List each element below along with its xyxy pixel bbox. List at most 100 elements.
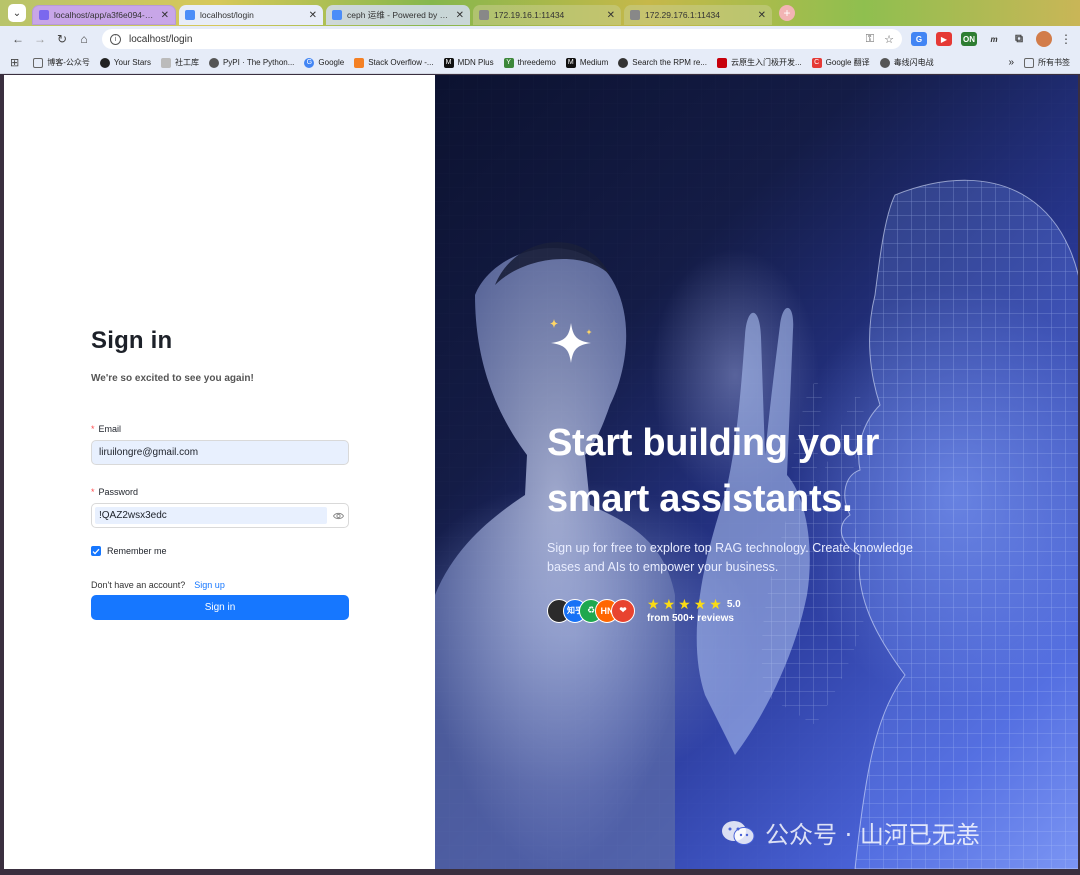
eye-icon[interactable]: [331, 512, 345, 520]
red-extension-icon[interactable]: ▶: [936, 32, 952, 46]
tab-search-icon[interactable]: ⌄: [8, 4, 26, 22]
reload-icon[interactable]: ↻: [52, 29, 72, 49]
bookmark-label: 博客-公众号: [47, 58, 90, 67]
tab-ceph[interactable]: ceph 运维 - Powered by Dify ✕: [326, 5, 470, 25]
wechat-icon: [722, 820, 755, 845]
site-icon: [879, 57, 890, 68]
weibo-avatar-icon: ❤: [611, 598, 635, 623]
bookmark-label: Stack Overflow -...: [368, 58, 434, 67]
bookmark-label: 所有书签: [1038, 58, 1070, 67]
bookmark-item[interactable]: 毒线闪电战: [879, 57, 934, 68]
home-icon[interactable]: ⌂: [74, 29, 94, 49]
dify-favicon-icon: [332, 10, 342, 20]
remember-me-label: Remember me: [107, 546, 167, 556]
bookmark-label: 社工库: [174, 58, 199, 67]
required-mark: *: [91, 487, 95, 497]
close-icon[interactable]: ✕: [758, 10, 766, 21]
all-bookmarks[interactable]: 所有书签: [1024, 57, 1070, 68]
tab-login[interactable]: localhost/login ✕: [179, 5, 323, 25]
ragflow-favicon-icon: [185, 10, 195, 20]
globe-icon: [208, 57, 219, 68]
bookmark-item[interactable]: Your Stars: [99, 57, 151, 68]
signup-link[interactable]: Sign up: [194, 580, 225, 590]
bookmark-label: MDN Plus: [457, 58, 494, 67]
bookmark-label: Search the RPM re...: [632, 58, 707, 67]
hero-description: Sign up for free to explore top RAG tech…: [547, 541, 913, 574]
back-icon[interactable]: ←: [8, 29, 28, 49]
bookmark-star-icon[interactable]: ☆: [884, 33, 894, 46]
more-bookmarks-icon[interactable]: »: [1008, 57, 1014, 68]
page-favicon-icon: [479, 10, 489, 20]
password-label: * Password: [91, 487, 349, 497]
page-title: Sign in: [91, 327, 173, 354]
bookmark-item[interactable]: Stack Overflow -...: [354, 57, 434, 68]
bookmark-label: 毒线闪电战: [893, 58, 934, 67]
close-icon[interactable]: ✕: [456, 10, 464, 21]
bookmark-item[interactable]: 社工库: [160, 57, 199, 68]
m-extension-icon[interactable]: m: [986, 32, 1002, 46]
site-icon: [160, 57, 171, 68]
close-icon[interactable]: ✕: [309, 10, 317, 21]
star-icon: ★: [709, 596, 722, 612]
tab-ollama-2[interactable]: 172.29.176.1:11434 ✕: [624, 5, 772, 25]
tab-label: ceph 运维 - Powered by Dify: [347, 10, 450, 20]
bookmark-item[interactable]: C Google 翻译: [811, 57, 870, 68]
page: Sign in We're so excited to see you agai…: [4, 75, 1078, 869]
tab-ollama-1[interactable]: 172.19.16.1:11434 ✕: [473, 5, 621, 25]
on-extension-icon[interactable]: ON: [961, 32, 977, 46]
address-bar[interactable]: i localhost/login ⚿ ☆: [102, 29, 902, 49]
tab-label: localhost/app/a3f6e094-7cb: [54, 10, 155, 20]
hero-heading: Start building your smart assistants.: [547, 415, 967, 527]
apps-grid-icon[interactable]: ⊞: [10, 56, 19, 69]
bookmark-label: Your Stars: [113, 58, 151, 67]
browser-menu-icon[interactable]: ⋮: [1060, 32, 1072, 46]
tab-label: 172.19.16.1:11434: [494, 10, 565, 20]
bookmark-label: Google 翻译: [825, 58, 870, 67]
rating-block: ★ ★ ★ ★ ★ 5.0 from 500+ reviews: [647, 597, 741, 624]
page-subtitle: We're so excited to see you again!: [91, 373, 254, 384]
tab-label: localhost/login: [200, 10, 254, 20]
page-favicon-icon: [630, 10, 640, 20]
check-icon[interactable]: [91, 546, 101, 556]
rating-score: 5.0: [726, 598, 741, 610]
bookmark-item[interactable]: M MDN Plus: [443, 57, 494, 68]
folder-icon: [1024, 57, 1034, 68]
bookmark-item[interactable]: Ythreedemo: [503, 57, 556, 68]
threedemo-icon: Y: [503, 57, 514, 68]
translate-extension-icon[interactable]: G: [911, 32, 927, 46]
email-label: * Email: [91, 424, 349, 434]
bookmark-item[interactable]: G Google: [304, 57, 344, 68]
star-rating: ★ ★ ★ ★ ★ 5.0: [647, 597, 741, 611]
key-icon[interactable]: ⚿: [866, 33, 874, 46]
social-proof: 知乎 ♻ HN ❤ ★ ★ ★ ★ ★ 5.0 from 500+ review…: [547, 597, 967, 624]
stackoverflow-icon: [354, 57, 365, 68]
tab-app[interactable]: localhost/app/a3f6e094-7cb ✕: [32, 5, 176, 25]
signin-button[interactable]: Sign in: [91, 595, 349, 620]
password-input[interactable]: !QAZ2wsx3edc: [91, 503, 349, 528]
new-tab-button[interactable]: +: [779, 5, 795, 21]
email-input[interactable]: liruilongre@gmail.com: [91, 440, 349, 465]
bookmark-label: PyPI · The Python...: [222, 58, 295, 67]
watermark-text: 公众号 · 山河已无恙: [765, 821, 980, 849]
bookmark-item[interactable]: Search the RPM re...: [618, 57, 707, 68]
close-icon[interactable]: ✕: [161, 10, 169, 21]
bookmark-item[interactable]: 博客-公众号: [33, 57, 90, 68]
mdn-icon: M: [443, 57, 454, 68]
star-icon: ★: [647, 596, 660, 612]
remember-me-checkbox[interactable]: Remember me: [91, 546, 349, 556]
close-icon[interactable]: ✕: [607, 10, 615, 21]
forward-icon[interactable]: →: [30, 29, 50, 49]
extensions-puzzle-icon[interactable]: ⧉: [1011, 32, 1027, 46]
review-count: from 500+ reviews: [647, 613, 734, 624]
profile-avatar[interactable]: [1036, 31, 1052, 47]
site-info-icon[interactable]: i: [110, 33, 121, 45]
bookmark-item[interactable]: 云原生入门极开发...: [716, 57, 802, 68]
password-label-text: Password: [98, 487, 139, 497]
bookmark-item[interactable]: PyPI · The Python...: [208, 57, 295, 68]
star-icon: ★: [693, 596, 707, 612]
browser-toolbar: ← → ↻ ⌂ i localhost/login ⚿ ☆ G ▶ ON m ⧉…: [0, 26, 1080, 52]
bookmark-item[interactable]: M Medium: [565, 57, 608, 68]
github-icon: [99, 57, 110, 68]
linux-icon: [618, 57, 629, 68]
password-value: !QAZ2wsx3edc: [99, 510, 167, 521]
